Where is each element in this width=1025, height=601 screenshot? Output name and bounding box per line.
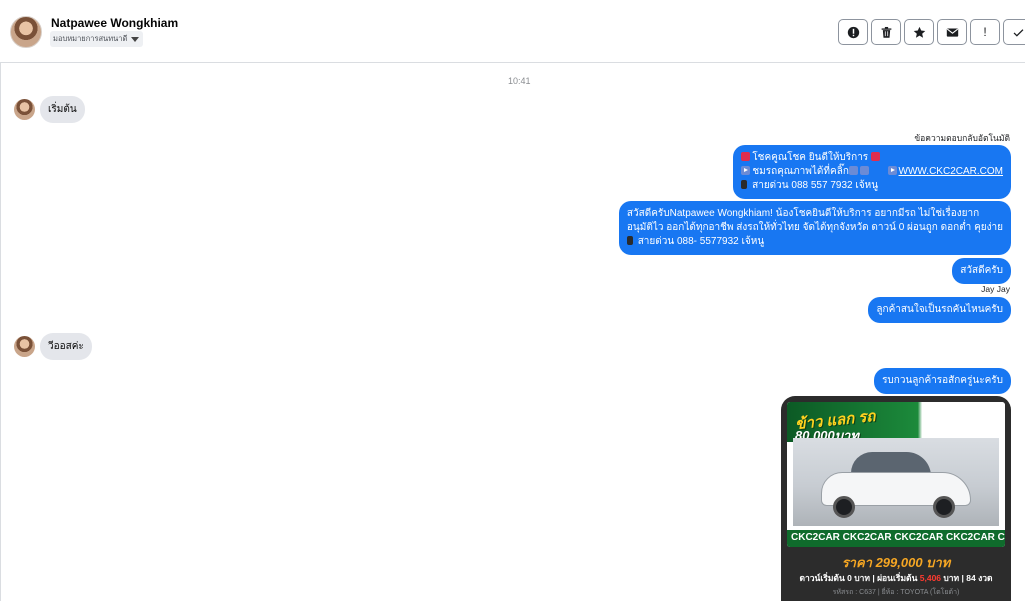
message-line: โชคคูณโชค ยินดีให้บริการ — [741, 151, 1003, 165]
message-line: สายด่วน 088 557 7932 เจ้หนู — [741, 179, 1003, 193]
conversation-toolbar: ! — [838, 19, 1025, 45]
outgoing-message[interactable]: ลูกค้าสนใจเป็นรถคันไหนครับ — [868, 297, 1011, 323]
trash-icon — [881, 26, 891, 38]
star-button[interactable] — [904, 19, 934, 45]
alert-circle-icon — [847, 26, 859, 38]
priority-button[interactable]: ! — [970, 19, 1000, 45]
contact-name[interactable]: Natpawee Wongkhiam — [51, 16, 178, 30]
incoming-message[interactable]: เริ่มต้น — [40, 96, 85, 123]
conversation-header: Natpawee Wongkhiam มอบหมายการสนทนาดี ! — [0, 0, 1025, 63]
outgoing-message[interactable]: รบกวนลูกค้ารอสักครู่นะครับ — [874, 368, 1011, 394]
exclamation-icon: ! — [983, 25, 987, 39]
auto-reply-label: ข้อความตอบกลับอัตโนมัติ — [914, 133, 1010, 143]
car-photo — [793, 438, 999, 526]
message-line: อนุมัติไว ออกได้ทุกอาชีพ ส่งรถให้ทั่วไทย… — [626, 222, 1003, 233]
outgoing-message[interactable]: สวัสดีครับ — [952, 258, 1011, 284]
car-listing-card[interactable]: ข้าว แลก รถ 80,000บาท CKC2CAR CKC2CAR CK… — [781, 396, 1011, 601]
mobile-phone-icon — [741, 180, 748, 189]
down-arrow-icon — [859, 166, 869, 175]
message-timestamp: 10:41 — [508, 76, 531, 86]
star-icon — [913, 26, 925, 38]
play-button-icon — [887, 166, 897, 175]
mobile-phone-icon — [626, 236, 633, 245]
car-detail: รหัสรถ : C637 | ยี่ห้อ : TOYOTA (โตโยต้า… — [832, 589, 960, 596]
red-square-icon — [741, 152, 751, 161]
message-line: ชมรถคุณภาพได้ที่คลิ๊ก WWW.CKC2CAR.COM — [741, 165, 1003, 179]
delete-button[interactable] — [871, 19, 901, 45]
chevron-down-icon — [131, 36, 140, 42]
brand-banner: CKC2CAR CKC2CAR CKC2CAR CKC2CAR CKC2 — [787, 530, 1005, 547]
message-line: สวัสดีครับNatpawee Wongkhiam! น้องโชคยิน… — [626, 208, 980, 219]
down-arrow-icon — [848, 166, 858, 175]
envelope-icon — [946, 27, 958, 37]
car-wheel — [933, 496, 955, 518]
finance-terms: ดาวน์เริ่มต้น 0 บาท | ผ่อนเริ่มต้น 5,406… — [799, 573, 993, 583]
car-wheel — [833, 496, 855, 518]
assign-label: มอบหมายการสนทนาดี — [53, 34, 128, 43]
spam-button[interactable] — [838, 19, 868, 45]
sender-avatar — [14, 99, 35, 120]
website-link[interactable]: WWW.CKC2CAR.COM — [899, 166, 1003, 177]
outgoing-message[interactable]: สวัสดีครับNatpawee Wongkhiam! น้องโชคยิน… — [618, 201, 1011, 255]
outgoing-message[interactable]: โชคคูณโชค ยินดีให้บริการ ชมรถคุณภาพได้ที… — [733, 145, 1011, 199]
sender-label: Jay Jay — [981, 284, 1010, 294]
mark-unread-button[interactable] — [937, 19, 967, 45]
assign-conversation-dropdown[interactable]: มอบหมายการสนทนาดี — [50, 31, 144, 47]
done-button[interactable] — [1003, 19, 1025, 45]
car-listing-image[interactable]: ข้าว แลก รถ 80,000บาท CKC2CAR CKC2CAR CK… — [787, 402, 1005, 547]
car-price: ราคา 299,000 บาท — [841, 555, 951, 570]
message-line: สายด่วน 088- 5577932 เจ้หนู — [626, 235, 1003, 249]
sender-avatar — [14, 336, 35, 357]
red-square-icon — [870, 152, 880, 161]
check-icon — [1013, 28, 1023, 37]
contact-avatar[interactable] — [10, 16, 42, 48]
incoming-message[interactable]: วีออสค่ะ — [40, 333, 92, 360]
play-button-icon — [741, 166, 751, 175]
